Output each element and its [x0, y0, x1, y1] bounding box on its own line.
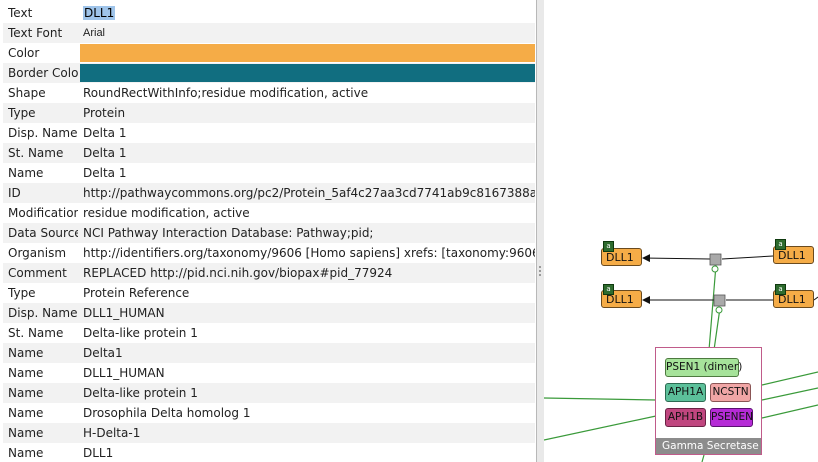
complex-gamma-secretase[interactable]: PSEN1 (dimer) APH1A NCSTN APH1B PSENEN G… — [655, 347, 762, 455]
modification-badge: a — [775, 239, 786, 250]
property-value[interactable]: Arial — [83, 23, 535, 43]
text-value-selected[interactable]: DLL1 — [83, 6, 116, 20]
property-value[interactable]: http://identifiers.org/taxonomy/9606 [Ho… — [83, 243, 535, 263]
property-row[interactable]: Type Protein — [3, 103, 535, 123]
property-key: Data Source — [8, 226, 78, 240]
process-node — [709, 253, 722, 266]
property-key: Organism — [8, 246, 67, 260]
modification-badge: a — [775, 284, 786, 295]
complex-member-psenen[interactable]: PSENEN — [710, 408, 753, 427]
modification-badge: a — [603, 241, 614, 252]
properties-table: Text DLL1 Text Font Arial Color Border Col… — [0, 0, 537, 462]
property-row[interactable]: Text Font Arial — [3, 23, 535, 43]
property-row[interactable]: Color — [3, 43, 535, 63]
property-value[interactable]: DLL1 — [83, 3, 535, 23]
property-row[interactable]: Organism http://identifiers.org/taxonomy/… — [3, 243, 535, 263]
property-value[interactable]: Delta 1 — [83, 143, 535, 163]
panel-splitter[interactable] — [537, 0, 544, 462]
property-value[interactable]: residue modification, active — [83, 203, 535, 223]
property-key: St. Name — [8, 326, 64, 340]
property-value[interactable]: Delta 1 — [83, 123, 535, 143]
property-key: Border Color — [8, 66, 78, 80]
property-key: ID — [8, 186, 21, 200]
property-key: St. Name — [8, 146, 64, 160]
property-key: Type — [8, 286, 36, 300]
property-key: Modification — [8, 206, 78, 220]
property-key: Color — [8, 46, 40, 60]
property-value[interactable]: Delta1 — [83, 343, 535, 363]
property-value[interactable]: DLL1 — [83, 443, 535, 462]
property-value[interactable]: Drosophila Delta homolog 1 — [83, 403, 535, 423]
property-value[interactable]: H-Delta-1 — [83, 423, 535, 443]
complex-label: Gamma Secretase — [656, 438, 761, 454]
property-value[interactable]: REPLACED http://pid.nci.nih.gov/biopax#p… — [83, 263, 535, 283]
property-key: Name — [8, 446, 44, 460]
property-value[interactable]: DLL1_HUMAN — [83, 363, 535, 383]
property-key: Name — [8, 366, 44, 380]
complex-member-psen1[interactable]: PSEN1 (dimer) — [665, 358, 742, 377]
process-node — [713, 294, 726, 307]
property-value[interactable]: http://pathwaycommons.org/pc2/Protein_5a… — [83, 183, 535, 203]
property-value[interactable]: Delta-like protein 1 — [83, 383, 535, 403]
property-value[interactable]: Protein Reference — [83, 283, 535, 303]
property-value[interactable]: RoundRectWithInfo;residue modification, … — [83, 83, 535, 103]
property-value[interactable]: Delta-like protein 1 — [83, 323, 535, 343]
property-value[interactable]: NCI Pathway Interaction Database: Pathwa… — [83, 223, 535, 243]
property-row[interactable]: Name Delta 1 — [3, 163, 535, 183]
property-value[interactable]: Delta 1 — [83, 163, 535, 183]
property-row[interactable]: Modification residue modification, active — [3, 203, 535, 223]
property-row[interactable]: Disp. Name Delta 1 — [3, 123, 535, 143]
property-row[interactable]: Disp. Name DLL1_HUMAN — [3, 303, 535, 323]
property-row[interactable]: Shape RoundRectWithInfo;residue modificat… — [3, 83, 535, 103]
property-key: Shape — [8, 86, 46, 100]
property-row[interactable]: Text DLL1 — [3, 3, 535, 23]
property-row[interactable]: Comment REPLACED http://pid.nci.nih.gov/b… — [3, 263, 535, 283]
property-row[interactable]: Data Source NCI Pathway Interaction Datab… — [3, 223, 535, 243]
complex-member-aph1a[interactable]: APH1A — [665, 383, 706, 402]
property-row[interactable]: ID http://pathwaycommons.org/pc2/Protein_… — [3, 183, 535, 203]
property-row[interactable]: Border Color — [3, 63, 535, 83]
property-key: Disp. Name — [8, 306, 78, 320]
modification-badge: a — [603, 284, 614, 295]
property-row[interactable]: Name H-Delta-1 — [3, 423, 535, 443]
property-row[interactable]: Name Delta-like protein 1 — [3, 383, 535, 403]
property-key: Comment — [8, 266, 67, 280]
color-swatch[interactable] — [80, 44, 535, 62]
property-key: Text Font — [8, 26, 63, 40]
property-key: Name — [8, 426, 44, 440]
property-row[interactable]: Name Delta1 — [3, 343, 535, 363]
splitter-grip-icon[interactable] — [539, 266, 542, 276]
property-row[interactable]: St. Name Delta-like protein 1 — [3, 323, 535, 343]
property-key: Name — [8, 166, 44, 180]
property-row[interactable]: Name DLL1 — [3, 443, 535, 462]
property-row[interactable]: Type Protein Reference — [3, 283, 535, 303]
property-key: Name — [8, 386, 44, 400]
property-value[interactable]: Protein — [83, 103, 535, 123]
property-key: Type — [8, 106, 36, 120]
property-value[interactable]: DLL1_HUMAN — [83, 303, 535, 323]
property-row[interactable]: Name Drosophila Delta homolog 1 — [3, 403, 535, 423]
complex-member-aph1b[interactable]: APH1B — [665, 408, 706, 427]
property-key: Name — [8, 346, 44, 360]
property-key: Disp. Name — [8, 126, 78, 140]
complex-member-ncstn[interactable]: NCSTN — [710, 383, 751, 402]
property-row[interactable]: St. Name Delta 1 — [3, 143, 535, 163]
property-key: Text — [8, 6, 33, 20]
property-key: Name — [8, 406, 44, 420]
property-row[interactable]: Name DLL1_HUMAN — [3, 363, 535, 383]
border-color-swatch[interactable] — [80, 64, 535, 82]
